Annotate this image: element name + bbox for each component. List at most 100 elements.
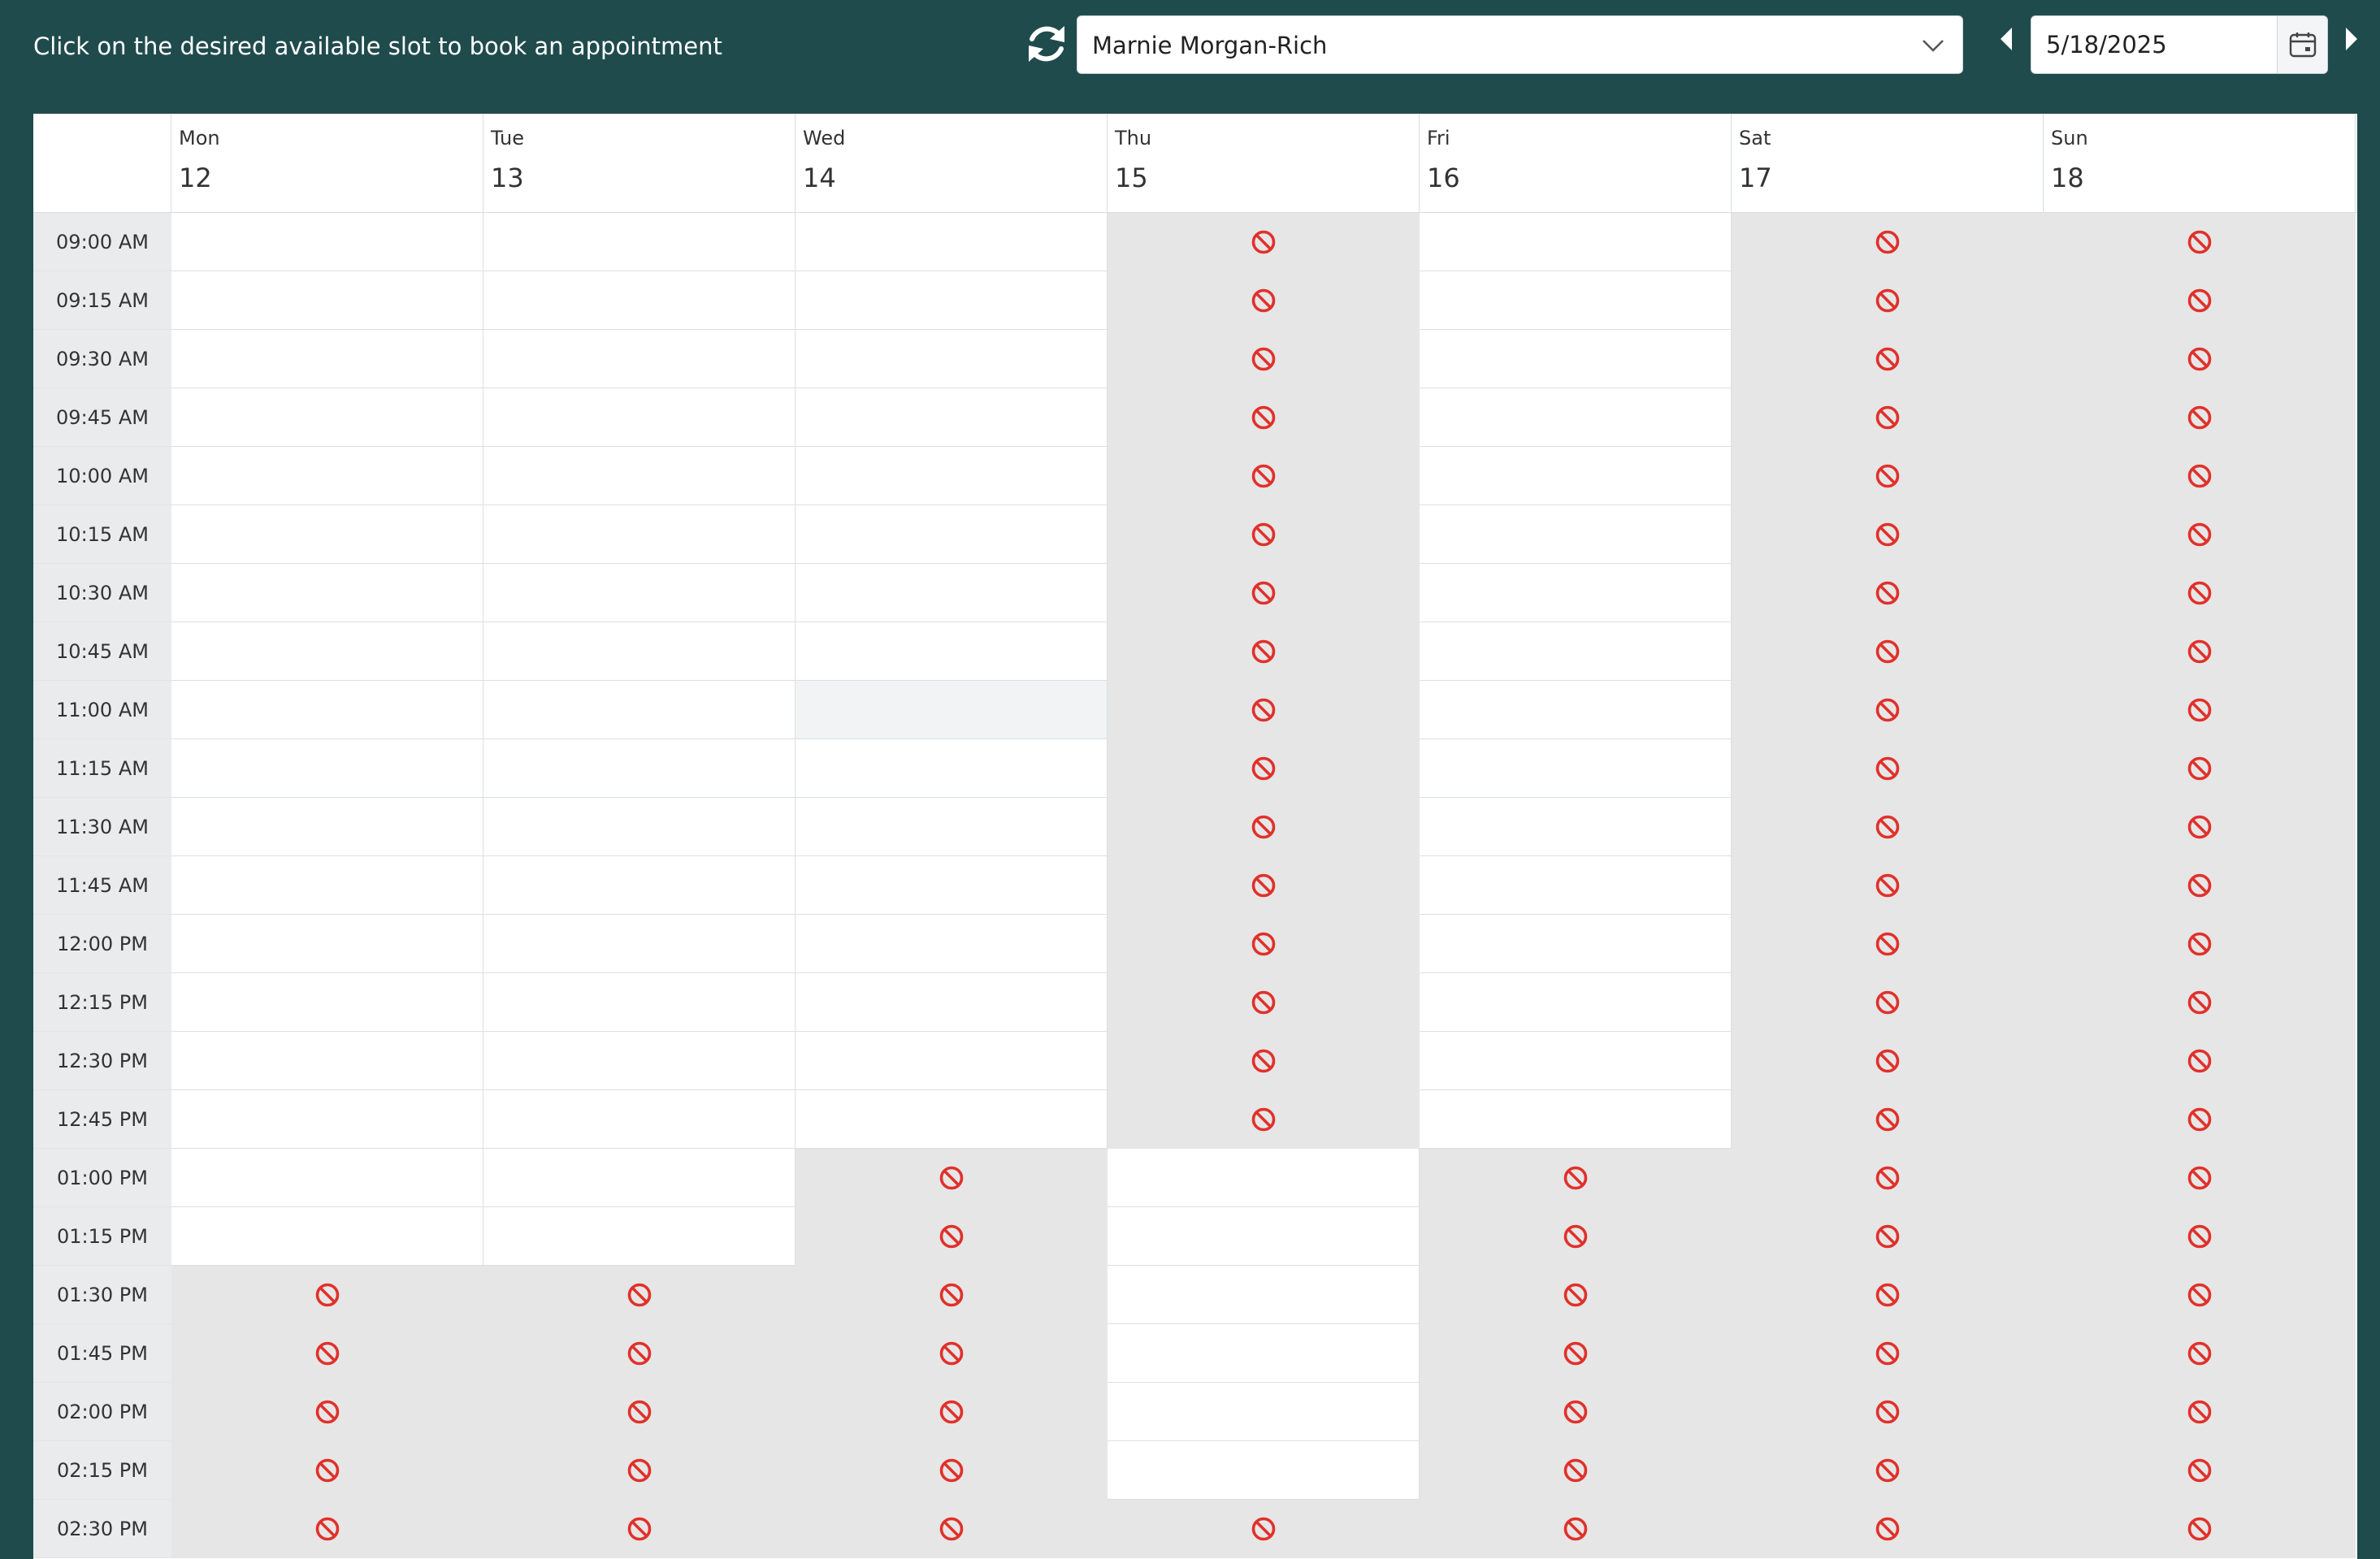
available-slot[interactable] <box>1420 388 1732 447</box>
available-slot[interactable] <box>1420 447 1732 505</box>
available-slot[interactable] <box>483 681 796 739</box>
available-slot[interactable] <box>171 915 483 973</box>
available-slot[interactable] <box>796 856 1108 915</box>
blocked-slot <box>796 1500 1108 1558</box>
available-slot[interactable] <box>1420 1032 1732 1090</box>
available-slot[interactable] <box>1420 564 1732 622</box>
available-slot[interactable] <box>171 1032 483 1090</box>
blocked-slot <box>1732 1266 2044 1324</box>
available-slot[interactable] <box>796 739 1108 798</box>
available-slot[interactable] <box>796 622 1108 681</box>
blocked-slot <box>1732 447 2044 505</box>
available-slot[interactable] <box>483 739 796 798</box>
available-slot[interactable] <box>171 388 483 447</box>
day-name: Sat <box>1739 127 1771 149</box>
available-slot[interactable] <box>1108 1383 1420 1441</box>
refresh-icon[interactable] <box>1022 19 1071 68</box>
blocked-slot <box>2044 330 2356 388</box>
available-slot[interactable] <box>171 330 483 388</box>
provider-dropdown[interactable]: Marnie Morgan-Rich <box>1077 15 1963 74</box>
caret-right-icon[interactable] <box>2343 26 2360 52</box>
day-number: 16 <box>1427 162 1460 193</box>
blocked-slot <box>2044 856 2356 915</box>
available-slot[interactable] <box>1420 681 1732 739</box>
available-slot[interactable] <box>1420 1090 1732 1149</box>
available-slot[interactable] <box>1420 271 1732 330</box>
available-slot[interactable] <box>1420 213 1732 271</box>
available-slot[interactable] <box>483 856 796 915</box>
blocked-slot <box>483 1266 796 1324</box>
available-slot[interactable] <box>483 973 796 1032</box>
available-slot[interactable] <box>171 447 483 505</box>
available-slot[interactable] <box>171 681 483 739</box>
available-slot[interactable] <box>483 1149 796 1207</box>
available-slot[interactable] <box>171 798 483 856</box>
available-slot[interactable] <box>483 505 796 564</box>
blocked-slot <box>171 1383 483 1441</box>
prohibited-icon <box>1251 288 1277 314</box>
prohibited-icon <box>2187 1340 2213 1366</box>
available-slot[interactable] <box>171 739 483 798</box>
available-slot[interactable] <box>1420 330 1732 388</box>
available-slot[interactable] <box>483 213 796 271</box>
caret-left-icon[interactable] <box>1997 26 2015 52</box>
available-slot[interactable] <box>483 447 796 505</box>
available-slot[interactable] <box>483 330 796 388</box>
available-slot[interactable] <box>796 213 1108 271</box>
available-slot[interactable] <box>483 1090 796 1149</box>
blocked-slot <box>1108 213 1420 271</box>
available-slot[interactable] <box>796 915 1108 973</box>
prohibited-icon <box>1875 1165 1901 1191</box>
available-slot[interactable] <box>1108 1441 1420 1500</box>
available-slot[interactable] <box>483 915 796 973</box>
available-slot[interactable] <box>171 1207 483 1266</box>
available-slot[interactable] <box>483 798 796 856</box>
available-slot[interactable] <box>1420 739 1732 798</box>
available-slot[interactable] <box>171 1090 483 1149</box>
available-slot[interactable] <box>1108 1207 1420 1266</box>
available-slot[interactable] <box>483 564 796 622</box>
available-slot[interactable] <box>171 505 483 564</box>
available-slot[interactable] <box>796 973 1108 1032</box>
blocked-slot <box>483 1324 796 1383</box>
day-number: 14 <box>803 162 836 193</box>
available-slot[interactable] <box>171 213 483 271</box>
available-slot[interactable] <box>1108 1324 1420 1383</box>
blocked-slot <box>1732 622 2044 681</box>
blocked-slot <box>2044 1266 2356 1324</box>
date-input[interactable] <box>2031 16 2277 73</box>
available-slot[interactable] <box>483 388 796 447</box>
available-slot[interactable] <box>796 1090 1108 1149</box>
available-slot[interactable] <box>796 447 1108 505</box>
available-slot[interactable] <box>171 856 483 915</box>
available-slot[interactable] <box>796 681 1108 739</box>
available-slot[interactable] <box>1420 505 1732 564</box>
available-slot[interactable] <box>796 271 1108 330</box>
available-slot[interactable] <box>1108 1266 1420 1324</box>
available-slot[interactable] <box>1420 915 1732 973</box>
available-slot[interactable] <box>796 1032 1108 1090</box>
blocked-slot <box>2044 505 2356 564</box>
available-slot[interactable] <box>483 1032 796 1090</box>
available-slot[interactable] <box>171 564 483 622</box>
prohibited-icon <box>1563 1223 1589 1249</box>
available-slot[interactable] <box>483 622 796 681</box>
available-slot[interactable] <box>796 798 1108 856</box>
available-slot[interactable] <box>796 330 1108 388</box>
available-slot[interactable] <box>796 505 1108 564</box>
available-slot[interactable] <box>1420 973 1732 1032</box>
available-slot[interactable] <box>171 622 483 681</box>
available-slot[interactable] <box>483 1207 796 1266</box>
available-slot[interactable] <box>796 564 1108 622</box>
available-slot[interactable] <box>1108 1149 1420 1207</box>
prohibited-icon <box>2187 931 2213 957</box>
available-slot[interactable] <box>483 271 796 330</box>
available-slot[interactable] <box>1420 798 1732 856</box>
available-slot[interactable] <box>171 1149 483 1207</box>
calendar-button[interactable] <box>2277 16 2327 73</box>
available-slot[interactable] <box>171 973 483 1032</box>
available-slot[interactable] <box>796 388 1108 447</box>
available-slot[interactable] <box>1420 622 1732 681</box>
available-slot[interactable] <box>171 271 483 330</box>
available-slot[interactable] <box>1420 856 1732 915</box>
